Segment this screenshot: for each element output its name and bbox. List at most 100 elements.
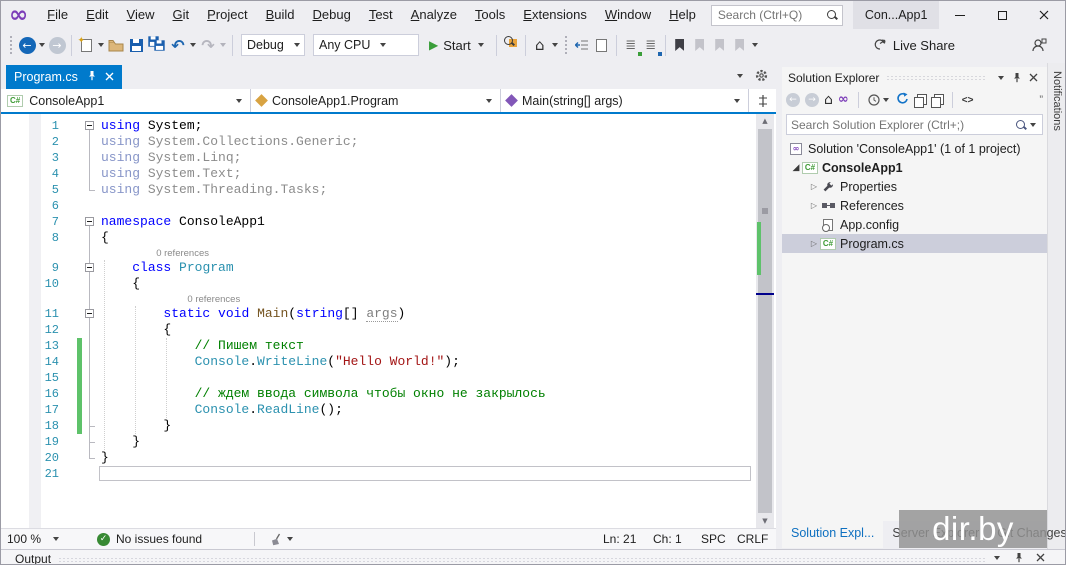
new-project-button[interactable]: ✦ (77, 33, 95, 57)
previous-bookmark-button[interactable] (691, 33, 709, 57)
line-ending-indicator[interactable]: CRLF (737, 529, 768, 550)
pin-icon[interactable] (1014, 552, 1024, 563)
menu-item-file[interactable]: File (38, 1, 77, 29)
toolbar-overflow-icon[interactable] (752, 43, 758, 47)
save-button[interactable] (127, 33, 145, 57)
redo-button[interactable]: ↷ (199, 33, 217, 57)
menu-item-help[interactable]: Help (660, 1, 705, 29)
expander-collapsed-icon[interactable]: ▷ (808, 239, 820, 248)
code-line[interactable]: 18 } (1, 418, 754, 434)
code-line[interactable]: 5using System.Threading.Tasks; (1, 182, 754, 198)
pending-changes-filter-button[interactable] (868, 94, 891, 106)
code-line[interactable]: 21 (1, 466, 754, 482)
toolbar-overflow-icon[interactable]: ” (1039, 94, 1043, 106)
search-input[interactable] (718, 8, 826, 22)
quick-search[interactable] (711, 5, 843, 26)
pin-icon[interactable] (1009, 70, 1025, 86)
tab-solution-explorer[interactable]: Solution Expl... (782, 521, 883, 548)
project-dropdown[interactable]: C# ConsoleApp1 (1, 89, 251, 112)
scroll-up-icon[interactable]: ▲ (756, 114, 774, 128)
tree-item-program-cs[interactable]: ▷ C# Program.cs (782, 234, 1047, 253)
redo-dropdown-icon[interactable] (220, 43, 226, 47)
code-line[interactable]: 8{ (1, 230, 754, 246)
notifications-tab[interactable]: Notifications (1047, 63, 1066, 549)
menu-item-project[interactable]: Project (198, 1, 256, 29)
search-icon[interactable] (826, 9, 838, 21)
close-panel-icon[interactable] (1025, 70, 1041, 86)
code-line[interactable]: 20} (1, 450, 754, 466)
toggle-bookmark-button[interactable] (671, 33, 689, 57)
column-indicator[interactable]: Ch: 1 (653, 529, 682, 550)
pin-icon[interactable] (87, 70, 97, 84)
open-file-button[interactable] (107, 33, 125, 57)
live-share-button[interactable]: Live Share (872, 33, 955, 57)
window-position-chevron-icon[interactable] (993, 70, 1009, 86)
menu-item-edit[interactable]: Edit (77, 1, 117, 29)
code-line[interactable]: 7namespace ConsoleApp1 (1, 214, 754, 230)
document-tab-program-cs[interactable]: Program.cs (6, 65, 122, 89)
type-dropdown[interactable]: ConsoleApp1.Program (251, 89, 501, 112)
code-lines[interactable]: 1using System;2using System.Collections.… (1, 114, 754, 528)
attach-to-process-button[interactable] (502, 33, 520, 57)
expander-collapsed-icon[interactable]: ▷ (808, 201, 820, 210)
toolbar-grip[interactable] (9, 35, 13, 55)
code-line[interactable]: 11 static void Main(string[] args) (1, 306, 754, 322)
expander-expanded-icon[interactable]: ◢ (790, 163, 802, 173)
panel-header[interactable]: Solution Explorer (782, 67, 1047, 88)
code-line[interactable]: 12 { (1, 322, 754, 338)
collapse-all-icon[interactable] (914, 94, 926, 106)
split-editor-button[interactable] (749, 89, 776, 112)
tree-item-references[interactable]: ▷ References (782, 196, 1047, 215)
new-item-button[interactable] (593, 33, 611, 57)
code-line[interactable]: 10 { (1, 276, 754, 292)
chevron-down-icon[interactable] (1030, 123, 1036, 127)
tree-item-appconfig[interactable]: App.config (782, 215, 1047, 234)
window-position-chevron-icon[interactable] (994, 556, 1000, 560)
output-panel-header[interactable]: Output (1, 549, 1066, 565)
refresh-button[interactable] (896, 92, 909, 108)
menu-item-window[interactable]: Window (596, 1, 660, 29)
gear-icon[interactable] (755, 69, 768, 82)
menu-item-test[interactable]: Test (360, 1, 402, 29)
code-line[interactable]: 2using System.Collections.Generic; (1, 134, 754, 150)
search-icon[interactable] (1015, 119, 1027, 131)
indent-decrease-icon[interactable]: ≣ (622, 33, 640, 57)
code-line[interactable]: 6 (1, 198, 754, 214)
new-project-dropdown-icon[interactable] (98, 43, 104, 47)
document-list-chevron-icon[interactable] (737, 74, 743, 78)
menu-item-tools[interactable]: Tools (466, 1, 514, 29)
start-dropdown-icon[interactable] (478, 43, 484, 47)
code-line[interactable]: 19 } (1, 434, 754, 450)
scroll-down-icon[interactable]: ▼ (756, 514, 774, 528)
code-line[interactable]: 1using System; (1, 118, 754, 134)
vertical-scrollbar[interactable]: ▲ ▼ (756, 114, 774, 528)
code-line[interactable]: 9 class Program (1, 260, 754, 276)
expander-collapsed-icon[interactable]: ▷ (808, 182, 820, 191)
navigate-back-dropdown-icon[interactable] (39, 43, 45, 47)
configuration-dropdown[interactable]: Debug (241, 34, 305, 56)
clear-bookmarks-button[interactable] (731, 33, 749, 57)
navigate-forward-button[interactable]: → (48, 33, 66, 57)
close-tab-icon[interactable] (105, 70, 114, 84)
toolbar-grip[interactable] (564, 35, 568, 55)
code-cleanup-button[interactable] (269, 533, 295, 546)
codelens-references[interactable]: 0 references (156, 248, 209, 259)
insert-mode-indicator[interactable]: SPC (701, 529, 726, 550)
tree-item-project-consoleapp1[interactable]: ◢ C# ConsoleApp1 (782, 158, 1047, 177)
menu-item-extensions[interactable]: Extensions (514, 1, 596, 29)
close-panel-icon[interactable] (1036, 553, 1045, 562)
home-dropdown-icon[interactable] (552, 43, 558, 47)
code-line[interactable]: 3using System.Linq; (1, 150, 754, 166)
close-button[interactable] (1023, 1, 1065, 29)
minimize-button[interactable] (939, 1, 981, 29)
next-bookmark-button[interactable] (711, 33, 729, 57)
code-line[interactable]: 4using System.Text; (1, 166, 754, 182)
undo-dropdown-icon[interactable] (190, 43, 196, 47)
menu-item-view[interactable]: View (118, 1, 164, 29)
tree-item-properties[interactable]: ▷ Properties (782, 177, 1047, 196)
platform-dropdown[interactable]: Any CPU (313, 34, 419, 56)
solution-search[interactable] (786, 114, 1043, 135)
zoom-dropdown[interactable]: 100 % (3, 530, 65, 549)
code-line[interactable]: 15 (1, 370, 754, 386)
feedback-button[interactable] (1030, 33, 1048, 57)
